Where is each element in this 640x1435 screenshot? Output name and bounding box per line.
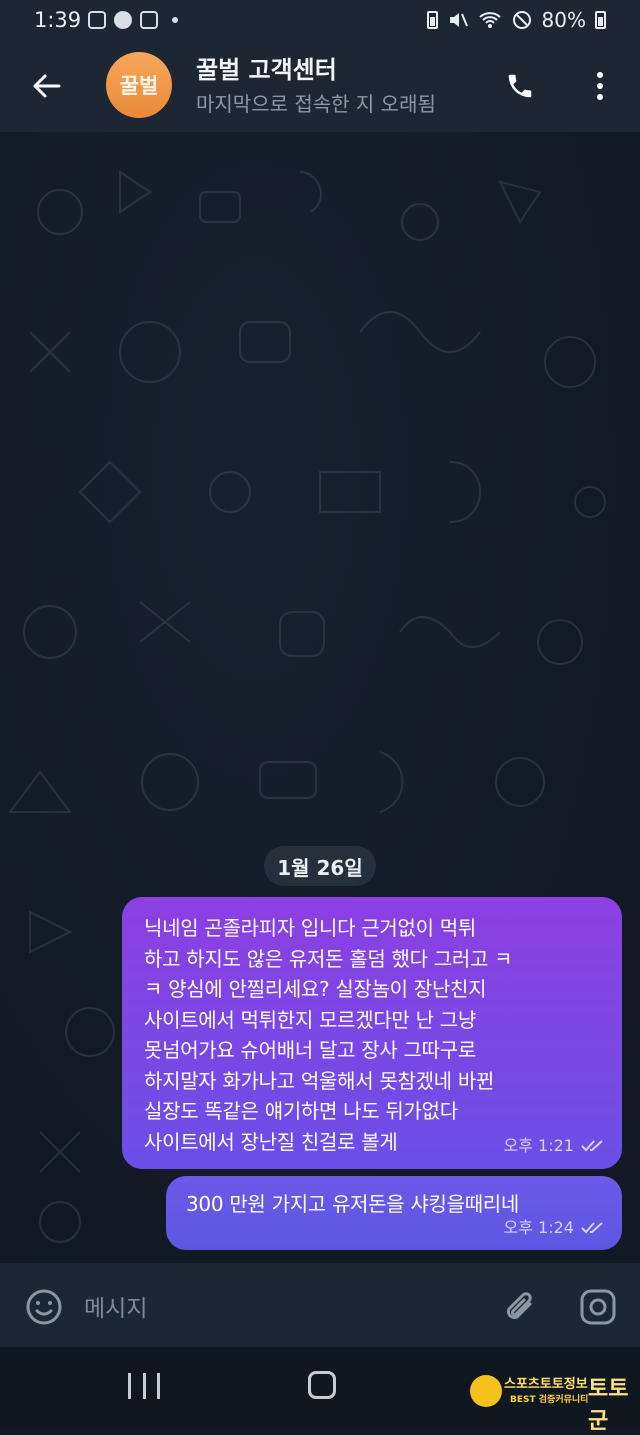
watermark-line1: 스포츠토토정보: [504, 1377, 588, 1392]
message-input[interactable]: 메시지: [84, 1289, 147, 1323]
camera-icon: [580, 1289, 616, 1325]
double-check-icon: [581, 1222, 603, 1234]
status-right-icons: 80%: [426, 8, 606, 32]
back-button[interactable]: [26, 66, 66, 106]
mute-icon: [449, 13, 468, 27]
message-time: 오후 1:21: [503, 1135, 574, 1155]
status-time: 1:39: [34, 8, 82, 32]
home-button[interactable]: [308, 1371, 336, 1399]
call-button[interactable]: [500, 66, 540, 106]
battery-percent: 80%: [541, 8, 586, 32]
message-text: 닉네임 곤졸라피자 입니다 근거없이 먹튀 하고 하지도 않은 유저돈 홀덤 했…: [144, 916, 513, 1154]
status-bar: 1:39 80%: [0, 0, 640, 44]
status-notification-icons: [88, 11, 178, 29]
message-bubble-outgoing[interactable]: 300 만원 가지고 유저돈을 샤킹을때리네 오후 1:24: [166, 1176, 622, 1250]
message-time: 오후 1:24: [503, 1218, 574, 1237]
battery-saver-icon: [426, 11, 438, 29]
watermark-logo: 스포츠토토정보 BEST 검증커뮤니티 토토군: [470, 1371, 630, 1434]
phone-icon: [508, 74, 532, 98]
arrow-left-icon: [33, 74, 61, 98]
chat-title[interactable]: 꿀벌 고객센터: [196, 50, 337, 85]
smiley-icon: [26, 1289, 62, 1325]
double-check-icon: [581, 1140, 603, 1152]
message-bubble-outgoing[interactable]: 닉네임 곤졸라피자 입니다 근거없이 먹튀 하고 하지도 않은 유저돈 홀덤 했…: [122, 897, 622, 1169]
attach-button[interactable]: [498, 1285, 542, 1329]
watermark-line2: BEST 검증커뮤니티: [510, 1395, 589, 1405]
watermark-brand: 토토군: [588, 1377, 629, 1434]
date-separator: 1월 26일: [264, 846, 376, 886]
gallery-notification-icon: [88, 11, 106, 29]
chat-messages-area[interactable]: 1월 26일 닉네임 곤졸라피자 입니다 근거없이 먹튀 하고 하지도 않은 유…: [0, 132, 640, 1263]
camera-button[interactable]: [576, 1285, 620, 1329]
avatar[interactable]: 꿀벌: [106, 52, 172, 118]
more-options-button[interactable]: [582, 66, 618, 106]
do-not-disturb-icon: [512, 11, 531, 29]
more-notifications-dot-icon: [172, 17, 178, 23]
app-notification-icon: [114, 11, 132, 29]
message-meta: 오후 1:24: [504, 1214, 606, 1242]
recent-apps-button[interactable]: [128, 1373, 160, 1401]
watermark-badge-icon: [470, 1375, 502, 1407]
instagram-notification-icon: [140, 11, 158, 29]
last-seen-status: 마지막으로 접속한 지 오래됨: [196, 92, 436, 116]
message-meta: 오후 1:21: [504, 1131, 606, 1162]
chat-header: 꿀벌 꿀벌 고객센터 마지막으로 접속한 지 오래됨: [0, 44, 640, 132]
more-vertical-icon: [597, 72, 603, 100]
system-nav-bar: 스포츠토토정보 BEST 검증커뮤니티 토토군: [0, 1347, 640, 1434]
wifi-icon: [478, 12, 501, 28]
paperclip-icon: [506, 1292, 532, 1320]
emoji-button[interactable]: [24, 1287, 64, 1327]
message-input-bar: 메시지: [0, 1263, 640, 1347]
battery-icon: [595, 11, 606, 29]
